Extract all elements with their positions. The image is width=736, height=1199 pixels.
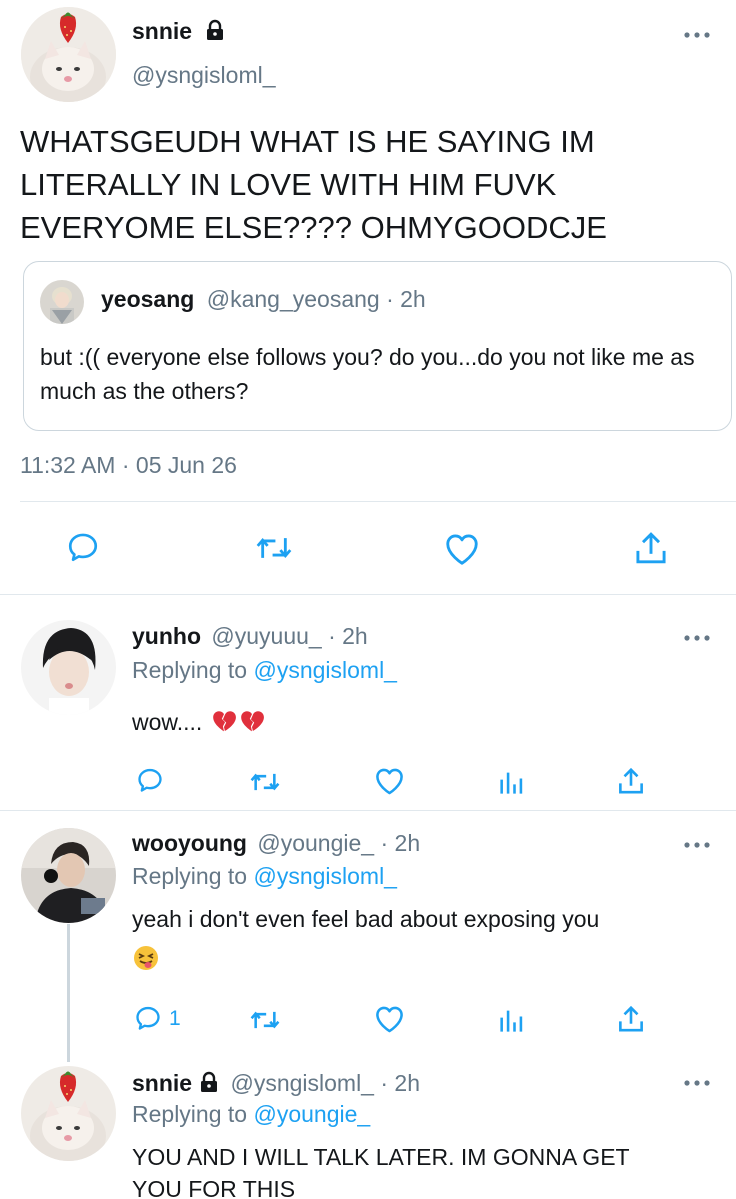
main-author-avatar[interactable] bbox=[21, 7, 116, 102]
lock-icon bbox=[204, 19, 226, 47]
divider bbox=[0, 810, 736, 811]
reply-author-handle-time: @youngie_ · 2h bbox=[257, 830, 421, 856]
kitten-strawberry-avatar-image bbox=[21, 1066, 116, 1161]
reply-author-row[interactable]: wooyoung @youngie_ · 2h bbox=[132, 830, 420, 857]
reply-author-display-name: yunho bbox=[132, 623, 201, 649]
analytics-icon[interactable] bbox=[498, 768, 524, 796]
replying-to-handle-link[interactable]: @ysngisloml_ bbox=[253, 863, 397, 889]
reply-icon[interactable] bbox=[134, 1004, 162, 1032]
retweet-icon[interactable] bbox=[248, 1006, 282, 1034]
main-author-name-row[interactable]: snnie bbox=[132, 18, 226, 47]
more-options-icon[interactable] bbox=[683, 1078, 711, 1088]
replying-to-line: Replying to @youngie_ bbox=[132, 1101, 370, 1128]
analytics-icon[interactable] bbox=[498, 1006, 524, 1034]
replying-to-line: Replying to @ysngisloml_ bbox=[132, 657, 397, 684]
reply-author-avatar[interactable] bbox=[21, 828, 116, 923]
wooyoung-avatar-image bbox=[21, 828, 116, 923]
replying-to-handle-link[interactable]: @youngie_ bbox=[253, 1101, 370, 1127]
quoted-author-row: yeosang @kang_yeosang · 2h bbox=[101, 286, 426, 313]
reply-icon[interactable] bbox=[136, 766, 164, 794]
quoted-author-handle-time: @kang_yeosang · 2h bbox=[206, 286, 426, 312]
reply-author-row[interactable]: yunho @yuyuuu_ · 2h bbox=[132, 623, 368, 650]
reply-author-row[interactable]: snnie @ysngisloml_ · 2h bbox=[132, 1070, 420, 1099]
share-icon[interactable] bbox=[618, 1004, 644, 1034]
reply-text-line-1: YOU AND I WILL TALK LATER. IM GONNA GET bbox=[132, 1144, 630, 1170]
retweet-icon[interactable] bbox=[254, 531, 294, 565]
reply-text: wow.... bbox=[132, 709, 203, 735]
replying-to-label: Replying to bbox=[132, 1101, 254, 1127]
more-options-icon[interactable] bbox=[683, 633, 711, 643]
quoted-tweet-card[interactable]: yeosang @kang_yeosang · 2h but :(( every… bbox=[23, 261, 732, 431]
quoted-avatar-image bbox=[40, 280, 84, 324]
main-author-handle[interactable]: @ysngisloml_ bbox=[132, 62, 276, 89]
reply-count: 1 bbox=[169, 1007, 181, 1030]
replying-to-handle-link[interactable]: @ysngisloml_ bbox=[253, 657, 397, 683]
more-options-icon[interactable] bbox=[683, 840, 711, 850]
kitten-strawberry-avatar-image bbox=[21, 7, 116, 102]
main-tweet-text: WHATSGEUDH WHAT IS HE SAYING IM LITERALL… bbox=[20, 124, 607, 245]
reply-text: yeah i don't even feel bad about exposin… bbox=[132, 906, 600, 932]
tongue-wink-emoji-icon bbox=[132, 944, 160, 977]
reply-author-handle-time: @yuyuuu_ · 2h bbox=[211, 623, 368, 649]
lock-icon bbox=[198, 1071, 220, 1099]
retweet-icon[interactable] bbox=[248, 768, 282, 796]
broken-heart-emoji-icon bbox=[239, 709, 265, 739]
reply-icon[interactable] bbox=[66, 530, 100, 564]
divider bbox=[0, 594, 736, 595]
reply-text-line-2: YOU FOR THIS bbox=[132, 1176, 296, 1199]
reply-author-display-name: wooyoung bbox=[132, 830, 247, 856]
reply-author-avatar[interactable] bbox=[21, 620, 116, 715]
yunho-avatar-image bbox=[21, 620, 116, 715]
thread-line bbox=[67, 924, 70, 1062]
reply-author-display-name: snnie bbox=[132, 1070, 193, 1096]
replying-to-label: Replying to bbox=[132, 863, 254, 889]
reply-text-row: wow.... bbox=[132, 709, 265, 739]
share-icon[interactable] bbox=[635, 530, 667, 566]
like-icon[interactable] bbox=[444, 532, 480, 566]
quoted-author-display-name: yeosang bbox=[101, 286, 195, 312]
divider bbox=[20, 501, 736, 502]
share-icon[interactable] bbox=[618, 766, 644, 796]
reply-author-avatar[interactable] bbox=[21, 1066, 116, 1161]
tweet-timestamp[interactable]: 11:32 AM · 05 Jun 26 bbox=[20, 452, 237, 479]
quoted-author-avatar bbox=[40, 280, 84, 324]
broken-heart-emoji-icon bbox=[211, 709, 237, 739]
main-author-display-name: snnie bbox=[132, 18, 193, 44]
replying-to-label: Replying to bbox=[132, 657, 254, 683]
quoted-tweet-text: but :(( everyone else follows you? do yo… bbox=[40, 344, 695, 404]
reply-author-handle-time: @ysngisloml_ · 2h bbox=[230, 1070, 420, 1096]
like-icon[interactable] bbox=[374, 767, 405, 795]
like-icon[interactable] bbox=[374, 1005, 405, 1033]
more-options-icon[interactable] bbox=[683, 30, 711, 40]
replying-to-line: Replying to @ysngisloml_ bbox=[132, 863, 397, 890]
